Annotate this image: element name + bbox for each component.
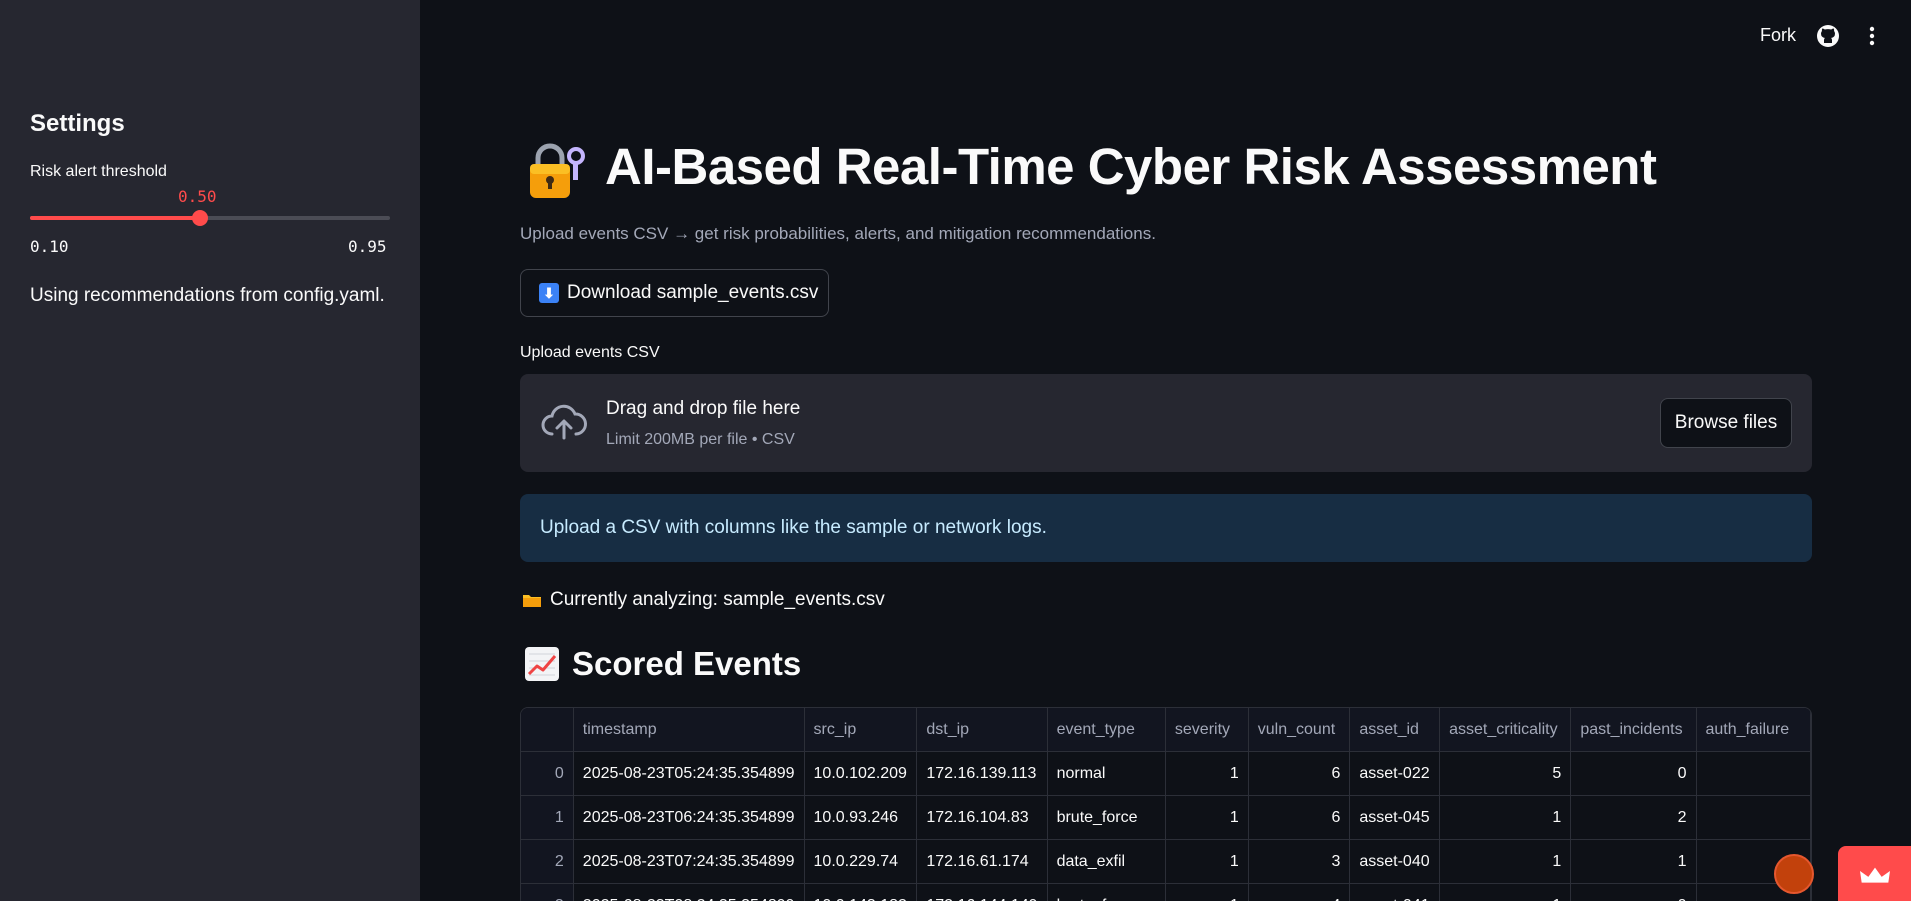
cell-src-ip[interactable]: 10.0.93.246 (804, 795, 918, 840)
slider-max: 0.95 (348, 237, 387, 256)
column-header-asset-id[interactable]: asset_id (1349, 708, 1441, 752)
slider-thumb[interactable] (191, 210, 208, 226)
cloud-upload-icon (541, 404, 587, 440)
column-header-auth-failure[interactable]: auth_failure (1696, 708, 1811, 752)
cell-auth-failure[interactable] (1696, 795, 1811, 840)
cell-asset-id[interactable]: asset-041 (1349, 883, 1441, 901)
cell-vuln-count[interactable]: 3 (1248, 839, 1351, 884)
cell-event-type[interactable]: brute_force (1047, 795, 1166, 840)
crown-icon (1860, 867, 1890, 883)
cell-severity[interactable]: 1 (1165, 795, 1249, 840)
cell-asset-id[interactable]: asset-045 (1349, 795, 1441, 840)
dropzone-title: Drag and drop file here (606, 398, 801, 419)
section-title: Scored Events (572, 645, 802, 682)
table-header-row: timestamp src_ip dst_ip event_type sever… (521, 708, 1811, 752)
slider-fill (30, 216, 200, 220)
chart-increasing-icon (525, 647, 559, 681)
cell-timestamp[interactable]: 2025-08-23T08:24:35.354899 (573, 883, 805, 901)
row-index: 3 (521, 883, 574, 901)
cell-asset-criticality[interactable]: 1 (1439, 795, 1572, 840)
column-header-past-incidents[interactable]: past_incidents (1570, 708, 1697, 752)
scored-events-table[interactable]: timestamp src_ip dst_ip event_type sever… (520, 707, 1812, 901)
locked-with-key-icon (530, 143, 585, 198)
column-header-dst-ip[interactable]: dst_ip (916, 708, 1048, 752)
cell-vuln-count[interactable]: 6 (1248, 751, 1351, 796)
cell-src-ip[interactable]: 10.0.102.209 (804, 751, 918, 796)
analyzing-text: Currently analyzing: sample_events.csv (550, 589, 885, 610)
cell-event-type[interactable]: data_exfil (1047, 839, 1166, 884)
cell-severity[interactable]: 1 (1165, 883, 1249, 901)
info-alert: Upload a CSV with columns like the sampl… (520, 494, 1812, 562)
github-icon[interactable] (1816, 24, 1840, 48)
column-header-severity[interactable]: severity (1165, 708, 1249, 752)
threshold-label: Risk alert threshold (30, 163, 167, 180)
download-arrow-icon: ⬇ (539, 283, 559, 303)
browse-files-button[interactable]: Browse files (1660, 398, 1792, 448)
app-root: Settings Risk alert threshold 0.50 0.10 … (0, 0, 1911, 901)
cell-severity[interactable]: 1 (1165, 751, 1249, 796)
slider-value: 0.50 (178, 187, 217, 206)
table-row: 1 2025-08-23T06:24:35.354899 10.0.93.246… (521, 795, 1811, 840)
slider-min: 0.10 (30, 237, 69, 256)
cell-event-type[interactable]: normal (1047, 751, 1166, 796)
cell-severity[interactable]: 1 (1165, 839, 1249, 884)
column-header-event-type[interactable]: event_type (1047, 708, 1166, 752)
cell-asset-criticality[interactable]: 1 (1439, 839, 1572, 884)
column-header-vuln-count[interactable]: vuln_count (1248, 708, 1351, 752)
cell-asset-criticality[interactable]: 5 (1439, 751, 1572, 796)
sidebar-title: Settings (30, 110, 125, 137)
column-header-timestamp[interactable]: timestamp (573, 708, 805, 752)
fork-link[interactable]: Fork (1760, 25, 1796, 46)
cell-timestamp[interactable]: 2025-08-23T06:24:35.354899 (573, 795, 805, 840)
page-title: AI-Based Real-Time Cyber Risk Assessment (605, 138, 1657, 195)
column-header-src-ip[interactable]: src_ip (804, 708, 918, 752)
cell-timestamp[interactable]: 2025-08-23T07:24:35.354899 (573, 839, 805, 884)
folder-icon (523, 595, 541, 607)
file-dropzone[interactable]: Drag and drop file here Limit 200MB per … (520, 374, 1812, 472)
sidebar: Settings Risk alert threshold 0.50 0.10 … (0, 0, 420, 901)
table-row: 2 2025-08-23T07:24:35.354899 10.0.229.74… (521, 839, 1811, 884)
cell-dst-ip[interactable]: 172.16.139.113 (916, 751, 1048, 796)
row-index: 2 (521, 839, 574, 884)
table-row: 3 2025-08-23T08:24:35.354899 10.0.143.18… (521, 883, 1811, 901)
table-row: 0 2025-08-23T05:24:35.354899 10.0.102.20… (521, 751, 1811, 796)
dropzone-limit: Limit 200MB per file • CSV (606, 431, 795, 448)
cell-auth-failure[interactable] (1696, 751, 1811, 796)
cell-timestamp[interactable]: 2025-08-23T05:24:35.354899 (573, 751, 805, 796)
cell-asset-id[interactable]: asset-040 (1349, 839, 1441, 884)
cell-src-ip[interactable]: 10.0.143.182 (804, 883, 918, 901)
threshold-slider[interactable] (30, 210, 390, 226)
cell-asset-criticality[interactable]: 1 (1439, 883, 1572, 901)
column-header-index[interactable] (521, 708, 574, 752)
cell-past-incidents[interactable]: 0 (1570, 751, 1697, 796)
streamlit-badge[interactable] (1838, 846, 1911, 901)
page-subtitle: Upload events CSV → get risk probabiliti… (520, 224, 1156, 243)
cell-src-ip[interactable]: 10.0.229.74 (804, 839, 918, 884)
cell-vuln-count[interactable]: 6 (1248, 795, 1351, 840)
cell-dst-ip[interactable]: 172.16.144.149 (916, 883, 1048, 901)
cell-vuln-count[interactable]: 4 (1248, 883, 1351, 901)
row-index: 0 (521, 751, 574, 796)
analyzing-status: Currently analyzing: sample_events.csv (522, 589, 885, 611)
user-avatar[interactable] (1774, 854, 1814, 894)
info-alert-text: Upload a CSV with columns like the sampl… (540, 517, 1047, 538)
cell-dst-ip[interactable]: 172.16.104.83 (916, 795, 1048, 840)
upload-label: Upload events CSV (520, 344, 660, 361)
cell-asset-id[interactable]: asset-022 (1349, 751, 1441, 796)
download-button-label: Download sample_events.csv (567, 282, 819, 303)
cell-past-incidents[interactable]: 0 (1570, 883, 1697, 901)
kebab-menu-icon[interactable] (1862, 24, 1882, 48)
cell-event-type[interactable]: brute_force (1047, 883, 1166, 901)
row-index: 1 (521, 795, 574, 840)
section-heading: Scored Events (524, 645, 801, 683)
cell-past-incidents[interactable]: 1 (1570, 839, 1697, 884)
column-header-asset-criticality[interactable]: asset_criticality (1439, 708, 1572, 752)
cell-dst-ip[interactable]: 172.16.61.174 (916, 839, 1048, 884)
download-sample-button[interactable]: ⬇ Download sample_events.csv (520, 269, 829, 317)
cell-past-incidents[interactable]: 2 (1570, 795, 1697, 840)
config-note: Using recommendations from config.yaml. (30, 285, 385, 306)
